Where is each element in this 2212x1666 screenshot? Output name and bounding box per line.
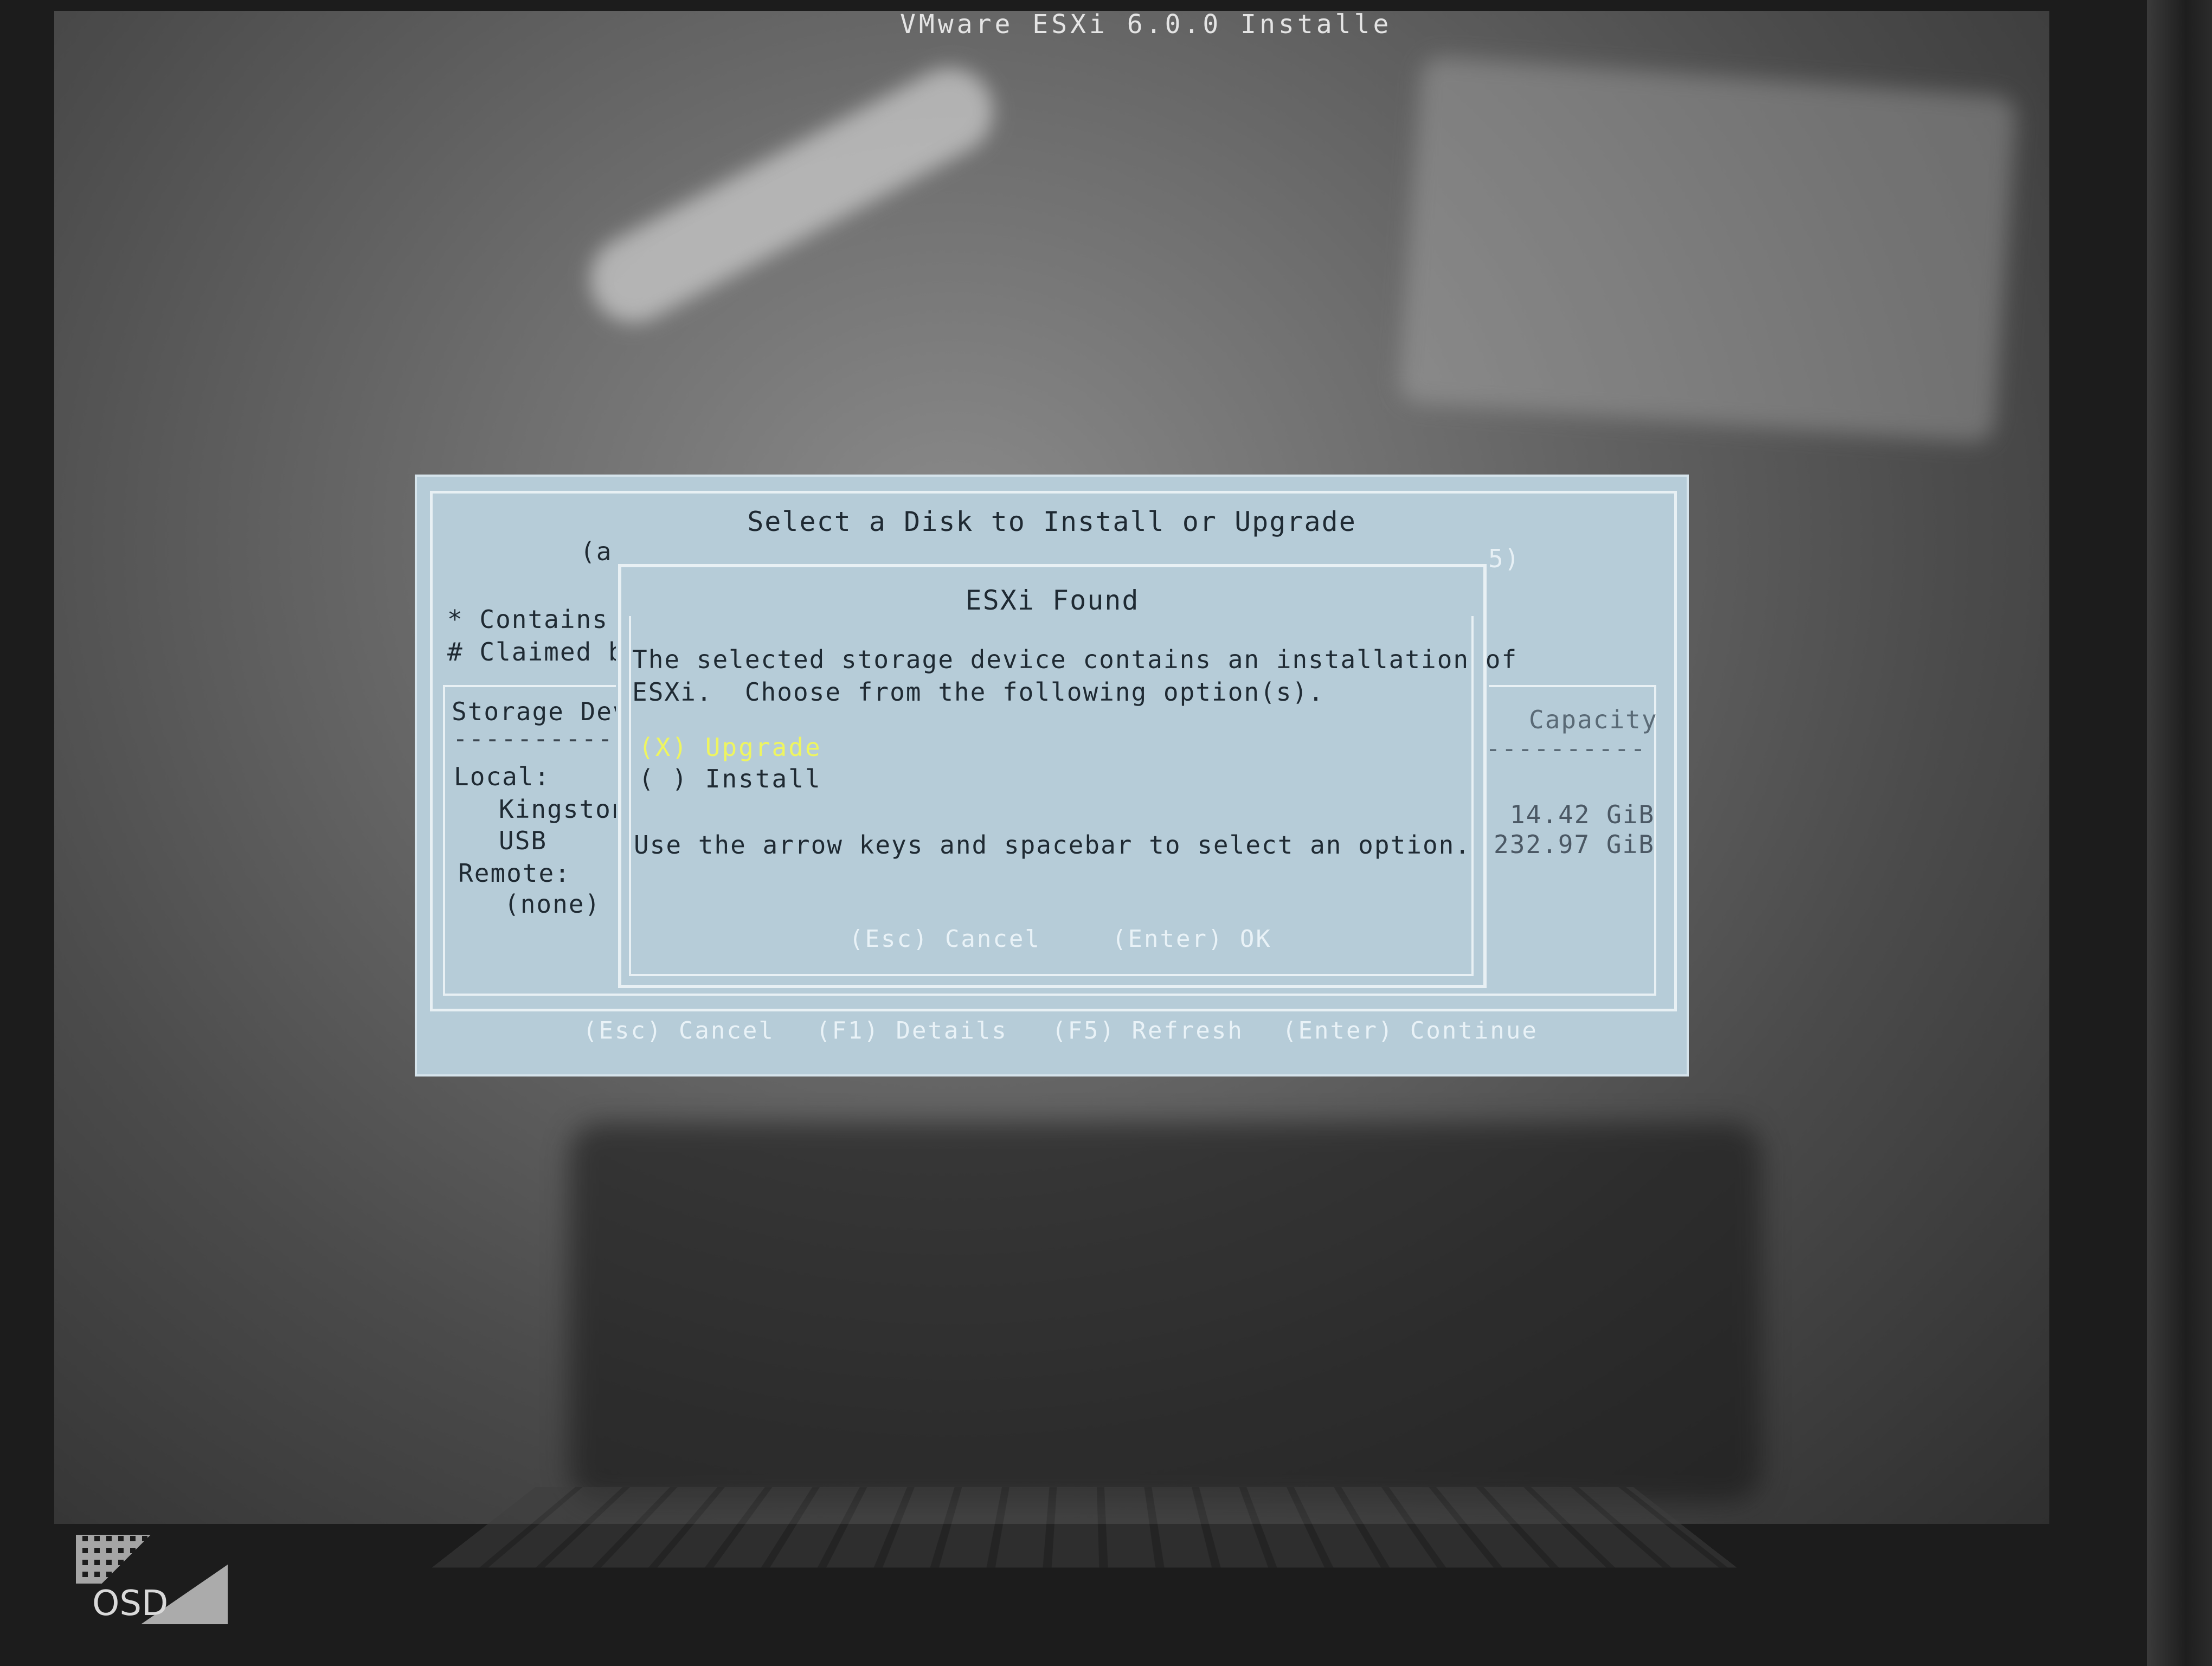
screen-reflection	[1398, 55, 2017, 444]
screen-reflection	[569, 1123, 1762, 1502]
legend-claimed: # Claimed b	[447, 637, 625, 667]
dialog-message: The selected storage device contains an …	[632, 645, 1516, 707]
refresh-key[interactable]: (F5) Refresh	[1052, 1017, 1244, 1045]
installer-top-title: VMware ESXi 6.0.0 Installer	[900, 11, 1388, 38]
remote-label: Remote:	[458, 858, 571, 888]
upgrade-option[interactable]: (X) Upgrade	[639, 733, 822, 762]
capacity-column-header: Capacity	[1529, 705, 1658, 734]
capacity-separator: ----------	[1486, 734, 1647, 763]
osd-logo: OSD	[70, 1535, 233, 1632]
storage-column-header: Storage Dev	[452, 697, 629, 726]
details-key[interactable]: (F1) Details	[816, 1017, 1008, 1045]
logo-text: OSD	[92, 1584, 169, 1624]
keyboard-reflection	[432, 1487, 1737, 1568]
window-title: Select a Disk to Install or Upgrade	[747, 506, 1356, 537]
capacity-value: 232.97 GiB	[1494, 830, 1655, 859]
legend-contains: * Contains	[447, 605, 608, 634]
capacity-value: 14.42 GiB	[1510, 800, 1655, 829]
partial-text: 5)	[1488, 544, 1521, 573]
local-label: Local:	[454, 762, 551, 791]
storage-separator: -----------	[453, 724, 630, 753]
remote-none: (none)	[504, 889, 601, 919]
partial-text: (a	[580, 537, 613, 566]
esxi-found-dialog: ESXi Found The selected storage device c…	[616, 562, 1516, 990]
install-option[interactable]: ( ) Install	[639, 764, 822, 793]
dialog-ok-key[interactable]: (Enter) OK	[1112, 925, 1272, 953]
cancel-key[interactable]: (Esc) Cancel	[583, 1017, 775, 1045]
screen-reflection	[575, 52, 1008, 338]
dialog-cancel-key[interactable]: (Esc) Cancel	[849, 925, 1041, 953]
continue-key[interactable]: (Enter) Continue	[1282, 1017, 1538, 1045]
dialog-title: ESXi Found	[965, 585, 1140, 616]
dialog-hint: Use the arrow keys and spacebar to selec…	[633, 830, 1471, 860]
device-row-kingston[interactable]: Kingston	[499, 794, 628, 824]
rack-edge	[2147, 0, 2212, 1666]
device-row-usb[interactable]: USB	[499, 826, 547, 855]
